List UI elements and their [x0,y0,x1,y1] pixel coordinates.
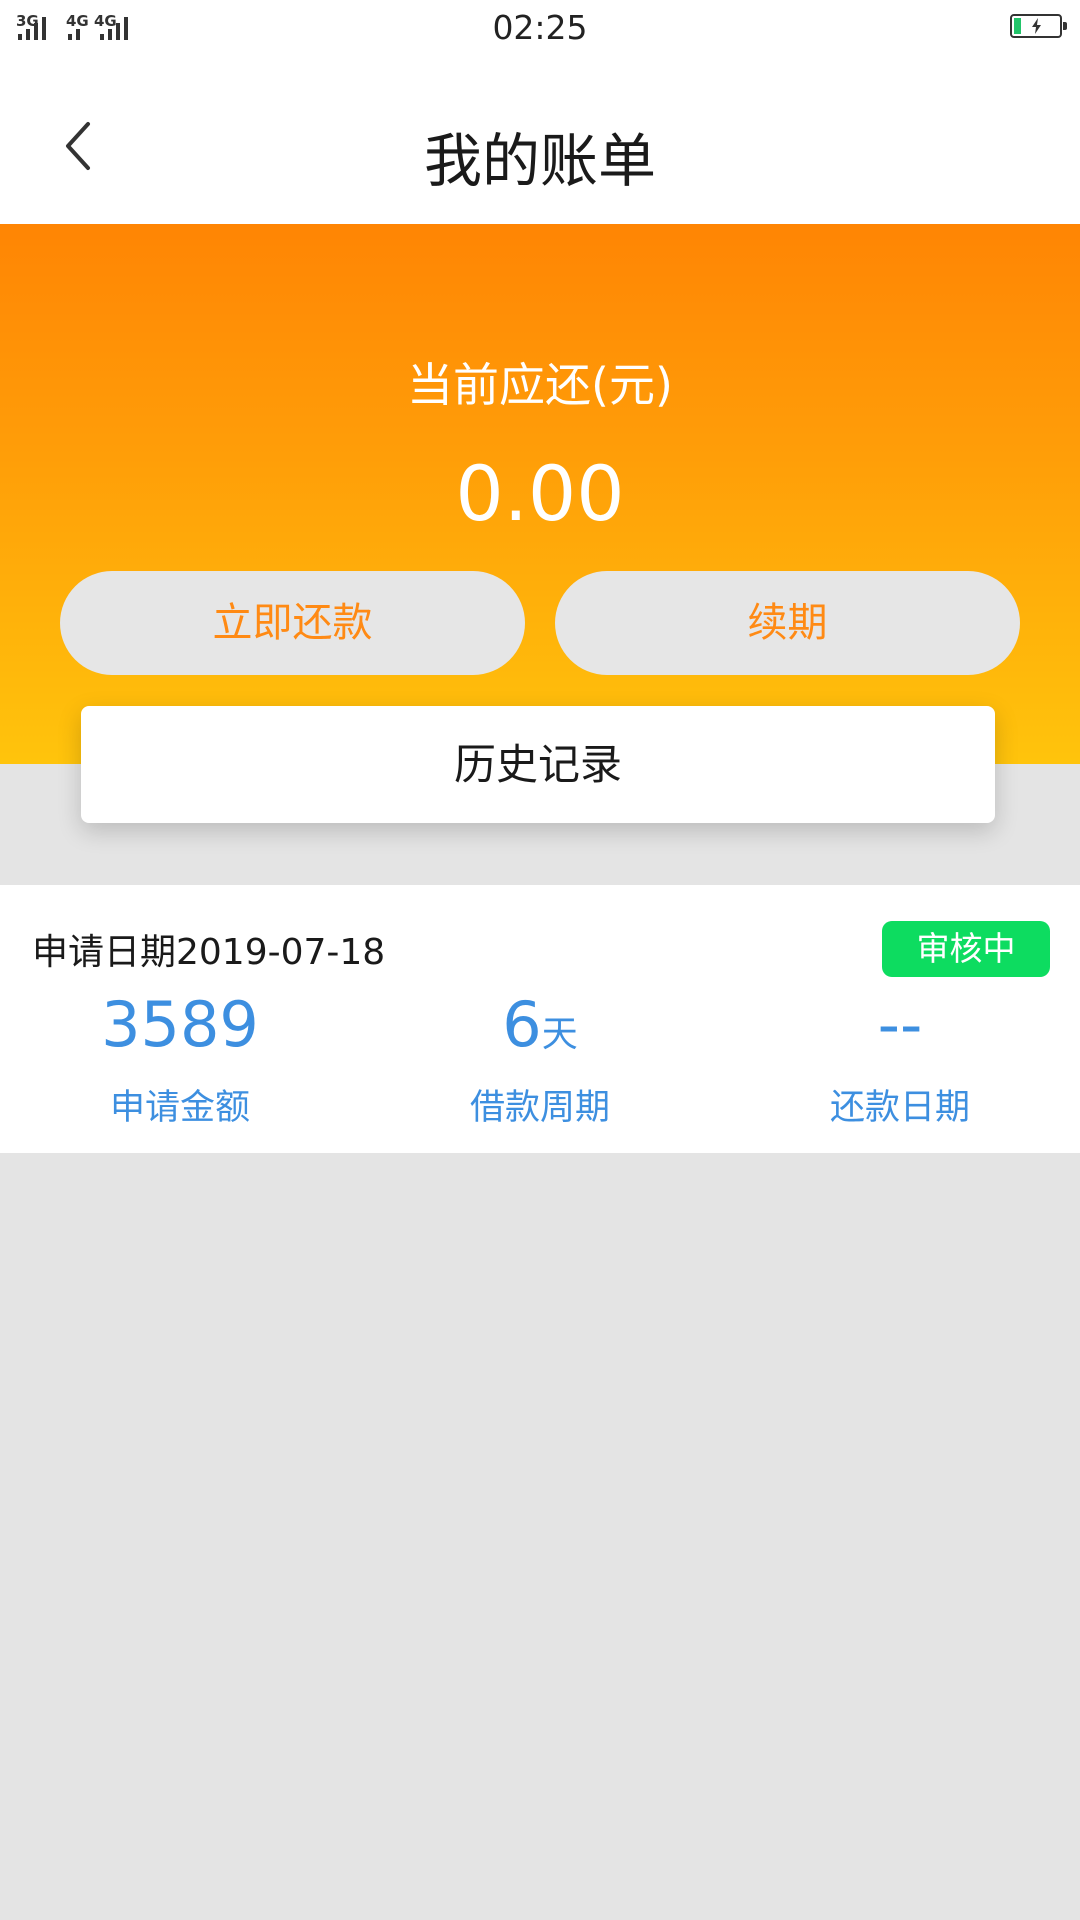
apply-date: 申请日期2019-07-18 [32,932,386,973]
stat-period: 6天 借款周期 [360,985,720,1130]
amount-label: 申请金额 [109,1088,250,1128]
page-title: 我的账单 [423,127,656,195]
history-button[interactable]: 历史记录 [81,706,995,823]
amount-due-label: 当前应还(元) [407,358,673,412]
nav-bar: 我的账单 [0,56,1080,224]
repay-date-label: 还款日期 [829,1088,970,1128]
summary-panel: 当前应还(元) 0.00 立即还款 续期 [0,224,1080,764]
status-badge: 审核中 [882,921,1050,977]
battery-charging-icon [1010,14,1067,38]
repay-date-value: -- [877,988,923,1061]
period-value-row: 6天 [360,985,720,1065]
renew-button[interactable]: 续期 [555,571,1020,675]
repay-now-button[interactable]: 立即还款 [60,571,525,675]
clock: 02:25 [492,8,588,47]
stat-amount: 3589 申请金额 [0,985,360,1130]
stat-repay-date: -- 还款日期 [720,985,1080,1130]
period-unit: 天 [541,1014,578,1055]
period-value: 6 [502,988,542,1061]
period-label: 借款周期 [469,1088,610,1128]
bill-record[interactable]: 申请日期2019-07-18 审核中 3589 申请金额 6天 借款周期 -- … [0,885,1080,1153]
amount-due-value: 0.00 [455,449,625,538]
status-bar: 3G 4G 4G 02:25 [0,0,1080,56]
amount-value: 3589 [101,988,259,1061]
